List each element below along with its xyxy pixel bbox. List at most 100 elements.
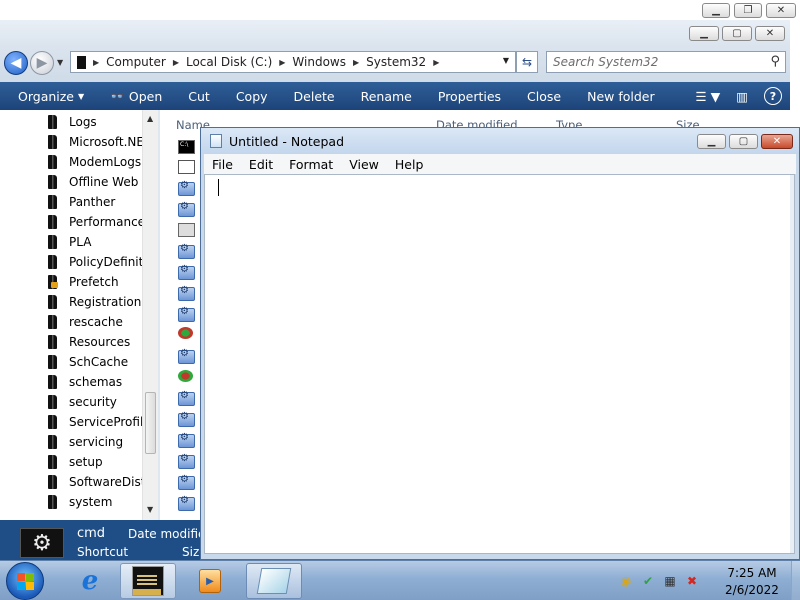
sidebar-item-serviceprofiles[interactable]: ServiceProfiles: [48, 412, 143, 432]
cmd-file-icon[interactable]: [178, 140, 195, 154]
dll-file-icon[interactable]: [178, 348, 195, 364]
sidebar-item-security[interactable]: security: [48, 392, 143, 412]
breadcrumb-separator[interactable]: ▶: [170, 58, 182, 67]
volume-muted-icon[interactable]: ✖: [684, 573, 700, 589]
notepad-close-button[interactable]: ✕: [761, 134, 793, 149]
copy-button[interactable]: Copy: [223, 89, 281, 104]
taskbar-notepad[interactable]: [246, 563, 302, 599]
sidebar-item-resources[interactable]: Resources: [48, 332, 143, 352]
sidebar-item-system[interactable]: system: [48, 492, 143, 512]
sidebar-item-logs[interactable]: Logs: [48, 112, 143, 132]
view-options-icon[interactable]: ☰ ▼: [695, 89, 720, 104]
dll-file-icon[interactable]: [178, 264, 195, 280]
open-button[interactable]: 👓 Open: [97, 89, 175, 104]
sidebar-item-setup[interactable]: setup: [48, 452, 143, 472]
menu-edit[interactable]: Edit: [241, 157, 281, 172]
breadcrumb-separator[interactable]: ▶: [350, 58, 362, 67]
recent-pages-dropdown[interactable]: ▼: [57, 58, 63, 67]
refresh-button[interactable]: ⇆: [516, 51, 538, 73]
organize-button[interactable]: Organize ▼: [0, 89, 97, 104]
explorer-minimize-button[interactable]: ▁: [689, 26, 719, 41]
cut-button[interactable]: Cut: [175, 89, 223, 104]
breadcrumb-separator[interactable]: ▶: [430, 58, 442, 67]
properties-button[interactable]: Properties: [425, 89, 514, 104]
menu-view[interactable]: View: [341, 157, 387, 172]
action-center-icon[interactable]: ✔: [640, 573, 656, 589]
dll-file-icon[interactable]: [178, 495, 195, 511]
breadcrumb-system32[interactable]: System32: [362, 55, 430, 69]
address-dropdown-icon[interactable]: ▼: [503, 56, 509, 65]
delete-button[interactable]: Delete: [281, 89, 348, 104]
scroll-down-icon[interactable]: ▼: [147, 505, 153, 514]
dll-file-icon[interactable]: [178, 453, 195, 469]
navigation-scrollbar[interactable]: ▲ ▼: [142, 110, 158, 520]
sidebar-item-panther[interactable]: Panther: [48, 192, 143, 212]
notepad-maximize-button[interactable]: ▢: [729, 134, 758, 149]
dll-file-icon[interactable]: [178, 411, 195, 427]
menu-help[interactable]: Help: [387, 157, 432, 172]
application-file-icon[interactable]: [178, 327, 193, 339]
sidebar-item-microsoft-net[interactable]: Microsoft.NET: [48, 132, 143, 152]
scroll-up-icon[interactable]: ▲: [147, 114, 153, 123]
back-button[interactable]: ◀: [4, 51, 28, 75]
dll-file-icon[interactable]: [178, 474, 195, 490]
close-command-button[interactable]: Close: [514, 89, 574, 104]
shortcut-file-icon[interactable]: [178, 160, 195, 174]
dll-file-icon[interactable]: [178, 432, 195, 448]
menu-file[interactable]: File: [204, 157, 241, 172]
sidebar-item-rescache[interactable]: rescache: [48, 312, 143, 332]
breadcrumb-computer[interactable]: Computer: [102, 55, 170, 69]
help-icon[interactable]: ?: [764, 87, 782, 105]
breadcrumb-separator[interactable]: ▶: [90, 58, 102, 67]
sidebar-item-registration[interactable]: Registration: [48, 292, 143, 312]
sidebar-item-policydefinitions[interactable]: PolicyDefinitions: [48, 252, 143, 272]
breadcrumb-windows[interactable]: Windows: [288, 55, 350, 69]
dll-file-icon[interactable]: [178, 390, 195, 406]
breadcrumb-local-disk[interactable]: Local Disk (C:): [182, 55, 276, 69]
scrollbar-thumb[interactable]: [145, 392, 156, 454]
breadcrumb-separator[interactable]: ▶: [276, 58, 288, 67]
taskbar-media-player[interactable]: ▶: [182, 563, 238, 599]
dll-file-icon[interactable]: [178, 180, 195, 196]
notepad-caption[interactable]: Untitled - Notepad ▁ ▢ ✕: [201, 128, 799, 154]
explorer-maximize-button[interactable]: ▢: [722, 26, 752, 41]
sidebar-item-offline-web-pages[interactable]: Offline Web Pages: [48, 172, 143, 192]
clock[interactable]: 7:25 AM 2/6/2022: [716, 565, 788, 599]
start-button[interactable]: [6, 562, 44, 600]
sidebar-item-servicing[interactable]: servicing: [48, 432, 143, 452]
forward-button[interactable]: ▶: [30, 51, 54, 75]
minimize-button[interactable]: ▁: [702, 3, 730, 18]
restore-button[interactable]: ❐: [734, 3, 762, 18]
sidebar-item-modemlogs[interactable]: ModemLogs: [48, 152, 143, 172]
taskbar-cmd[interactable]: [120, 563, 176, 599]
sidebar-item-pla[interactable]: PLA: [48, 232, 143, 252]
address-bar[interactable]: ▶ Computer ▶ Local Disk (C:) ▶ Windows ▶…: [70, 51, 516, 73]
dll-file-icon[interactable]: [178, 201, 195, 217]
explorer-close-button[interactable]: ✕: [755, 26, 785, 41]
dll-file-icon[interactable]: [178, 285, 195, 301]
folder-icon: [48, 475, 57, 489]
close-button[interactable]: ✕: [766, 3, 796, 18]
document-file-icon[interactable]: [178, 223, 195, 237]
search-icon[interactable]: ⚲: [770, 54, 780, 69]
notepad-minimize-button[interactable]: ▁: [697, 134, 726, 149]
application-file-icon[interactable]: [178, 370, 193, 382]
taskbar-internet-explorer[interactable]: e: [62, 563, 118, 599]
text-editor[interactable]: [204, 174, 795, 554]
folder-icon: [48, 135, 57, 149]
sidebar-item-performance[interactable]: Performance: [48, 212, 143, 232]
search-input[interactable]: Search System32 ⚲: [546, 51, 786, 73]
sidebar-item-prefetch[interactable]: Prefetch: [48, 272, 143, 292]
sidebar-item-schemas[interactable]: schemas: [48, 372, 143, 392]
rename-button[interactable]: Rename: [348, 89, 425, 104]
network-disconnected-icon[interactable]: ▦: [662, 573, 678, 589]
dll-file-icon[interactable]: [178, 243, 195, 259]
preview-pane-icon[interactable]: ▥: [736, 89, 748, 104]
new-folder-button[interactable]: New folder: [574, 89, 668, 104]
sidebar-item-softwaredistribution[interactable]: SoftwareDistribution: [48, 472, 143, 492]
show-desktop-button[interactable]: [791, 561, 800, 600]
dll-file-icon[interactable]: [178, 306, 195, 322]
menu-format[interactable]: Format: [281, 157, 341, 172]
sidebar-item-schcache[interactable]: SchCache: [48, 352, 143, 372]
tray-disc-icon[interactable]: ◉: [618, 573, 634, 589]
